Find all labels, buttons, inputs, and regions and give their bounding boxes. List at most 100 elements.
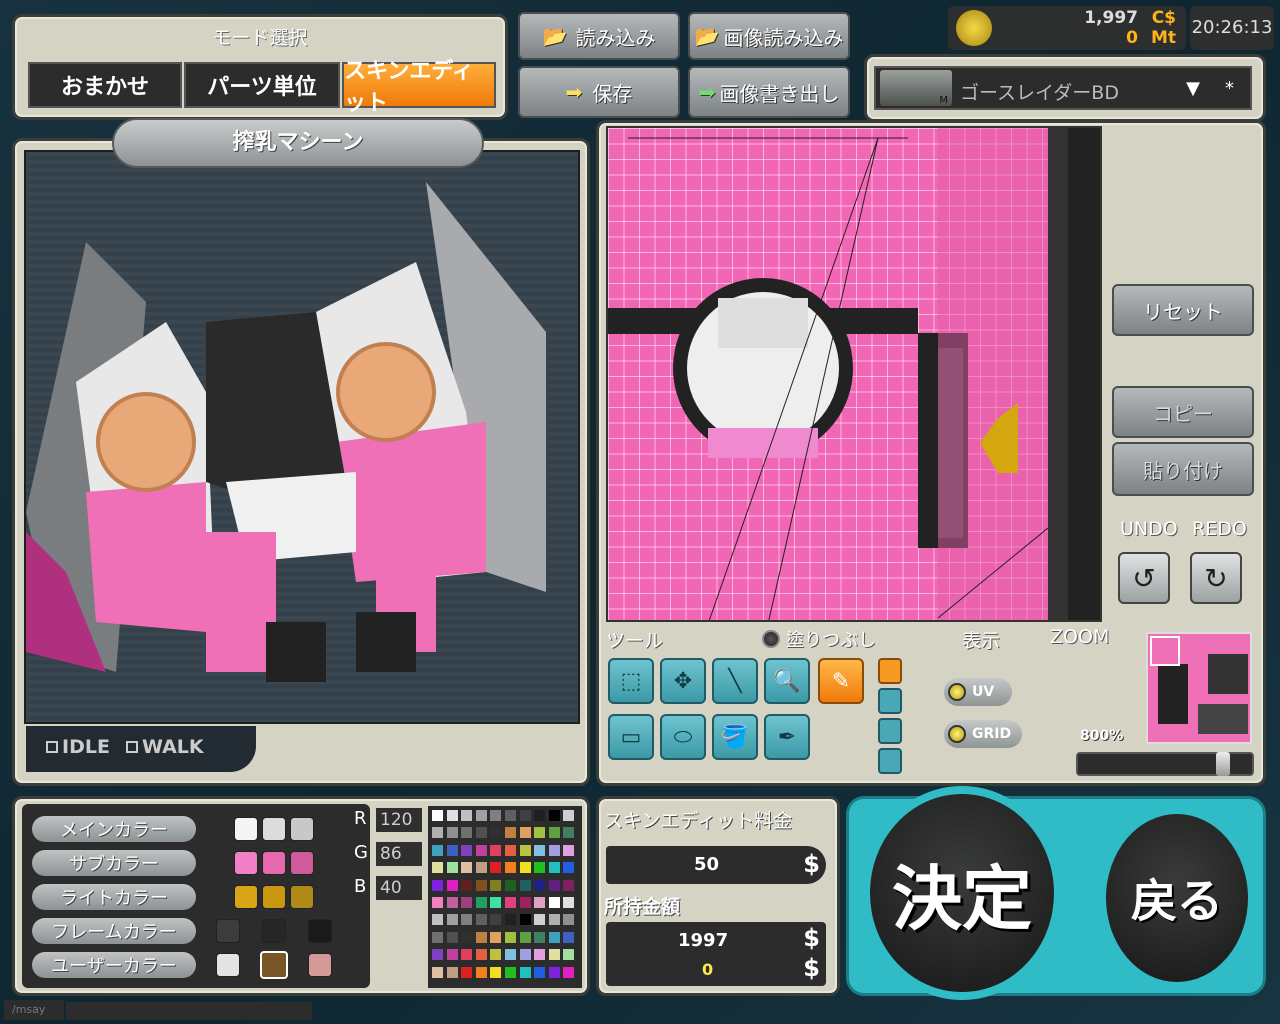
palette-swatch[interactable] xyxy=(446,897,458,908)
palette-swatch[interactable] xyxy=(548,844,560,856)
palette-swatch[interactable] xyxy=(432,827,443,839)
palette-swatch[interactable] xyxy=(505,844,516,856)
chat-input[interactable]: /msay xyxy=(4,1000,64,1020)
palette-swatch[interactable] xyxy=(548,897,560,908)
redo-button[interactable]: ↻ xyxy=(1190,552,1242,604)
rectangle-tool[interactable]: ▭ xyxy=(608,714,654,760)
palette-swatch[interactable] xyxy=(534,862,546,874)
brush-size-1[interactable] xyxy=(878,658,902,684)
palette-swatch[interactable] xyxy=(563,914,575,926)
brush-size-4[interactable] xyxy=(878,748,902,774)
brush-size-3[interactable] xyxy=(878,718,902,744)
back-button[interactable]: 戻る xyxy=(1100,808,1254,988)
palette-swatch[interactable] xyxy=(490,827,502,839)
palette-swatch[interactable] xyxy=(475,897,487,908)
palette-swatch[interactable] xyxy=(446,931,458,943)
preview-viewport[interactable] xyxy=(24,150,580,724)
palette-swatch[interactable] xyxy=(534,879,546,891)
palette-swatch[interactable] xyxy=(432,879,443,891)
palette-swatch[interactable] xyxy=(519,897,531,908)
palette-swatch[interactable] xyxy=(490,897,502,908)
palette-swatch[interactable] xyxy=(490,949,502,961)
palette-swatch[interactable] xyxy=(548,810,560,821)
palette-swatch[interactable] xyxy=(505,879,516,891)
palette-swatch[interactable] xyxy=(505,810,516,821)
palette-swatch[interactable] xyxy=(475,862,487,874)
palette-swatch[interactable] xyxy=(461,827,473,839)
save-button[interactable]: ➡ 保存 xyxy=(518,66,680,118)
palette-swatch[interactable] xyxy=(505,966,516,978)
mech-selector[interactable]: M ゴースレイダーBD ▼ * xyxy=(874,66,1252,110)
palette-swatch[interactable] xyxy=(563,931,575,943)
walk-option[interactable]: WALK xyxy=(126,736,204,758)
palette-swatch[interactable] xyxy=(548,949,560,961)
palette-swatch[interactable] xyxy=(432,931,443,943)
palette-swatch[interactable] xyxy=(505,931,516,943)
palette-swatch[interactable] xyxy=(461,897,473,908)
palette-swatch[interactable] xyxy=(534,827,546,839)
palette-swatch[interactable] xyxy=(505,949,516,961)
light-swatch-1[interactable] xyxy=(234,885,258,909)
palette-swatch[interactable] xyxy=(461,810,473,821)
palette-swatch[interactable] xyxy=(563,966,575,978)
grid-toggle[interactable]: GRID xyxy=(944,720,1022,748)
main-swatch-1[interactable] xyxy=(234,817,258,841)
palette-swatch[interactable] xyxy=(446,862,458,874)
palette-swatch[interactable] xyxy=(519,966,531,978)
image-export-button[interactable]: ➡ 画像書き出し xyxy=(688,66,850,118)
mode-omakase-button[interactable]: おまかせ xyxy=(28,62,182,108)
load-button[interactable]: 📂 読み込み xyxy=(518,12,680,60)
pencil-tool[interactable]: ✎ xyxy=(818,658,864,704)
palette-swatch[interactable] xyxy=(475,949,487,961)
zoom-slider-handle[interactable] xyxy=(1216,752,1230,776)
user-swatch-1[interactable] xyxy=(216,953,240,977)
palette-swatch[interactable] xyxy=(446,827,458,839)
palette-swatch[interactable] xyxy=(432,966,443,978)
sub-swatch-3[interactable] xyxy=(290,851,314,875)
light-swatch-2[interactable] xyxy=(262,885,286,909)
palette-swatch[interactable] xyxy=(534,966,546,978)
palette-swatch[interactable] xyxy=(519,844,531,856)
palette-swatch[interactable] xyxy=(534,931,546,943)
palette-swatch[interactable] xyxy=(475,810,487,821)
frame-swatch-2[interactable] xyxy=(262,919,286,943)
confirm-button[interactable]: 決定 xyxy=(862,786,1062,1000)
palette-swatch[interactable] xyxy=(519,914,531,926)
copy-button[interactable]: コピー xyxy=(1112,386,1254,438)
palette-swatch[interactable] xyxy=(548,879,560,891)
palette-swatch[interactable] xyxy=(534,844,546,856)
palette-swatch[interactable] xyxy=(563,879,575,891)
palette-swatch[interactable] xyxy=(475,827,487,839)
palette-swatch[interactable] xyxy=(432,914,443,926)
palette-swatch[interactable] xyxy=(534,810,546,821)
palette-swatch[interactable] xyxy=(461,862,473,874)
palette-swatch[interactable] xyxy=(534,897,546,908)
paste-button[interactable]: 貼り付け xyxy=(1112,442,1254,496)
palette-swatch[interactable] xyxy=(446,949,458,961)
eyedropper-tool[interactable]: ✒ xyxy=(764,714,810,760)
palette-swatch[interactable] xyxy=(461,879,473,891)
fill-toggle[interactable]: 塗りつぶし xyxy=(762,626,876,652)
zoom-tool[interactable]: 🔍 xyxy=(764,658,810,704)
palette-swatch[interactable] xyxy=(519,862,531,874)
mode-parts-button[interactable]: パーツ単位 xyxy=(184,62,340,108)
palette-swatch[interactable] xyxy=(548,862,560,874)
palette-swatch[interactable] xyxy=(432,897,443,908)
line-tool[interactable]: ╲ xyxy=(712,658,758,704)
user-swatch-2[interactable] xyxy=(260,951,288,979)
palette-swatch[interactable] xyxy=(534,914,546,926)
palette-swatch[interactable] xyxy=(461,966,473,978)
palette-swatch[interactable] xyxy=(490,879,502,891)
palette-swatch[interactable] xyxy=(432,949,443,961)
palette-swatch[interactable] xyxy=(446,914,458,926)
palette-swatch[interactable] xyxy=(490,862,502,874)
palette-swatch[interactable] xyxy=(461,949,473,961)
palette-swatch[interactable] xyxy=(519,827,531,839)
brush-size-2[interactable] xyxy=(878,688,902,714)
palette-swatch[interactable] xyxy=(432,810,443,821)
idle-option[interactable]: IDLE xyxy=(46,736,110,758)
frame-swatch-1[interactable] xyxy=(216,919,240,943)
palette-swatch[interactable] xyxy=(446,844,458,856)
color-palette-grid[interactable] xyxy=(428,806,582,988)
zoom-slider[interactable] xyxy=(1076,752,1254,776)
